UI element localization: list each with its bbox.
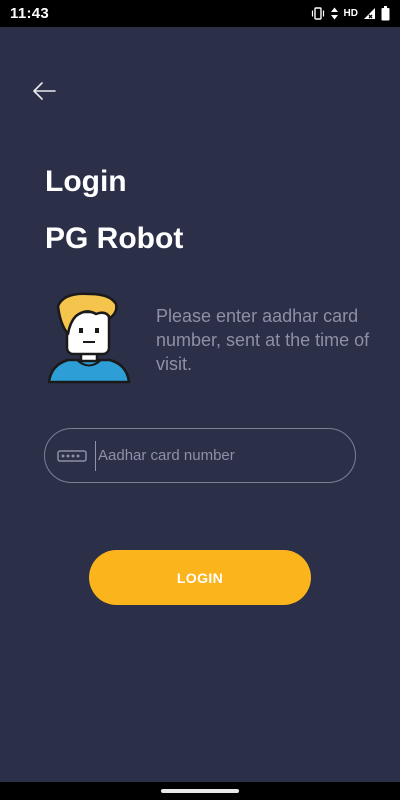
navigation-bar: [0, 782, 400, 800]
battery-icon: [381, 6, 390, 21]
status-time: 11:43: [10, 5, 50, 22]
home-indicator[interactable]: [161, 789, 239, 793]
avatar: [46, 292, 132, 384]
password-key-icon: [57, 449, 87, 463]
login-screen: 11:43 HD Login PG Robot Please enter aad…: [0, 0, 400, 800]
data-arrows-icon: [330, 7, 339, 20]
status-bar: 11:43 HD: [0, 0, 400, 27]
vibrate-icon: [311, 7, 325, 20]
aadhar-number-input[interactable]: [95, 440, 355, 471]
instruction-text: Please enter aadhar card number, sent at…: [156, 306, 370, 374]
signal-icon: [363, 7, 376, 20]
arrow-left-icon: [32, 81, 56, 105]
aadhar-input-container[interactable]: [44, 428, 356, 483]
status-icons: HD: [311, 6, 390, 21]
network-type-label: HD: [343, 8, 358, 19]
page-title: Login: [45, 165, 127, 198]
login-button[interactable]: LOGIN: [89, 550, 311, 605]
back-button[interactable]: [26, 78, 62, 108]
app-name: PG Robot: [45, 222, 184, 255]
